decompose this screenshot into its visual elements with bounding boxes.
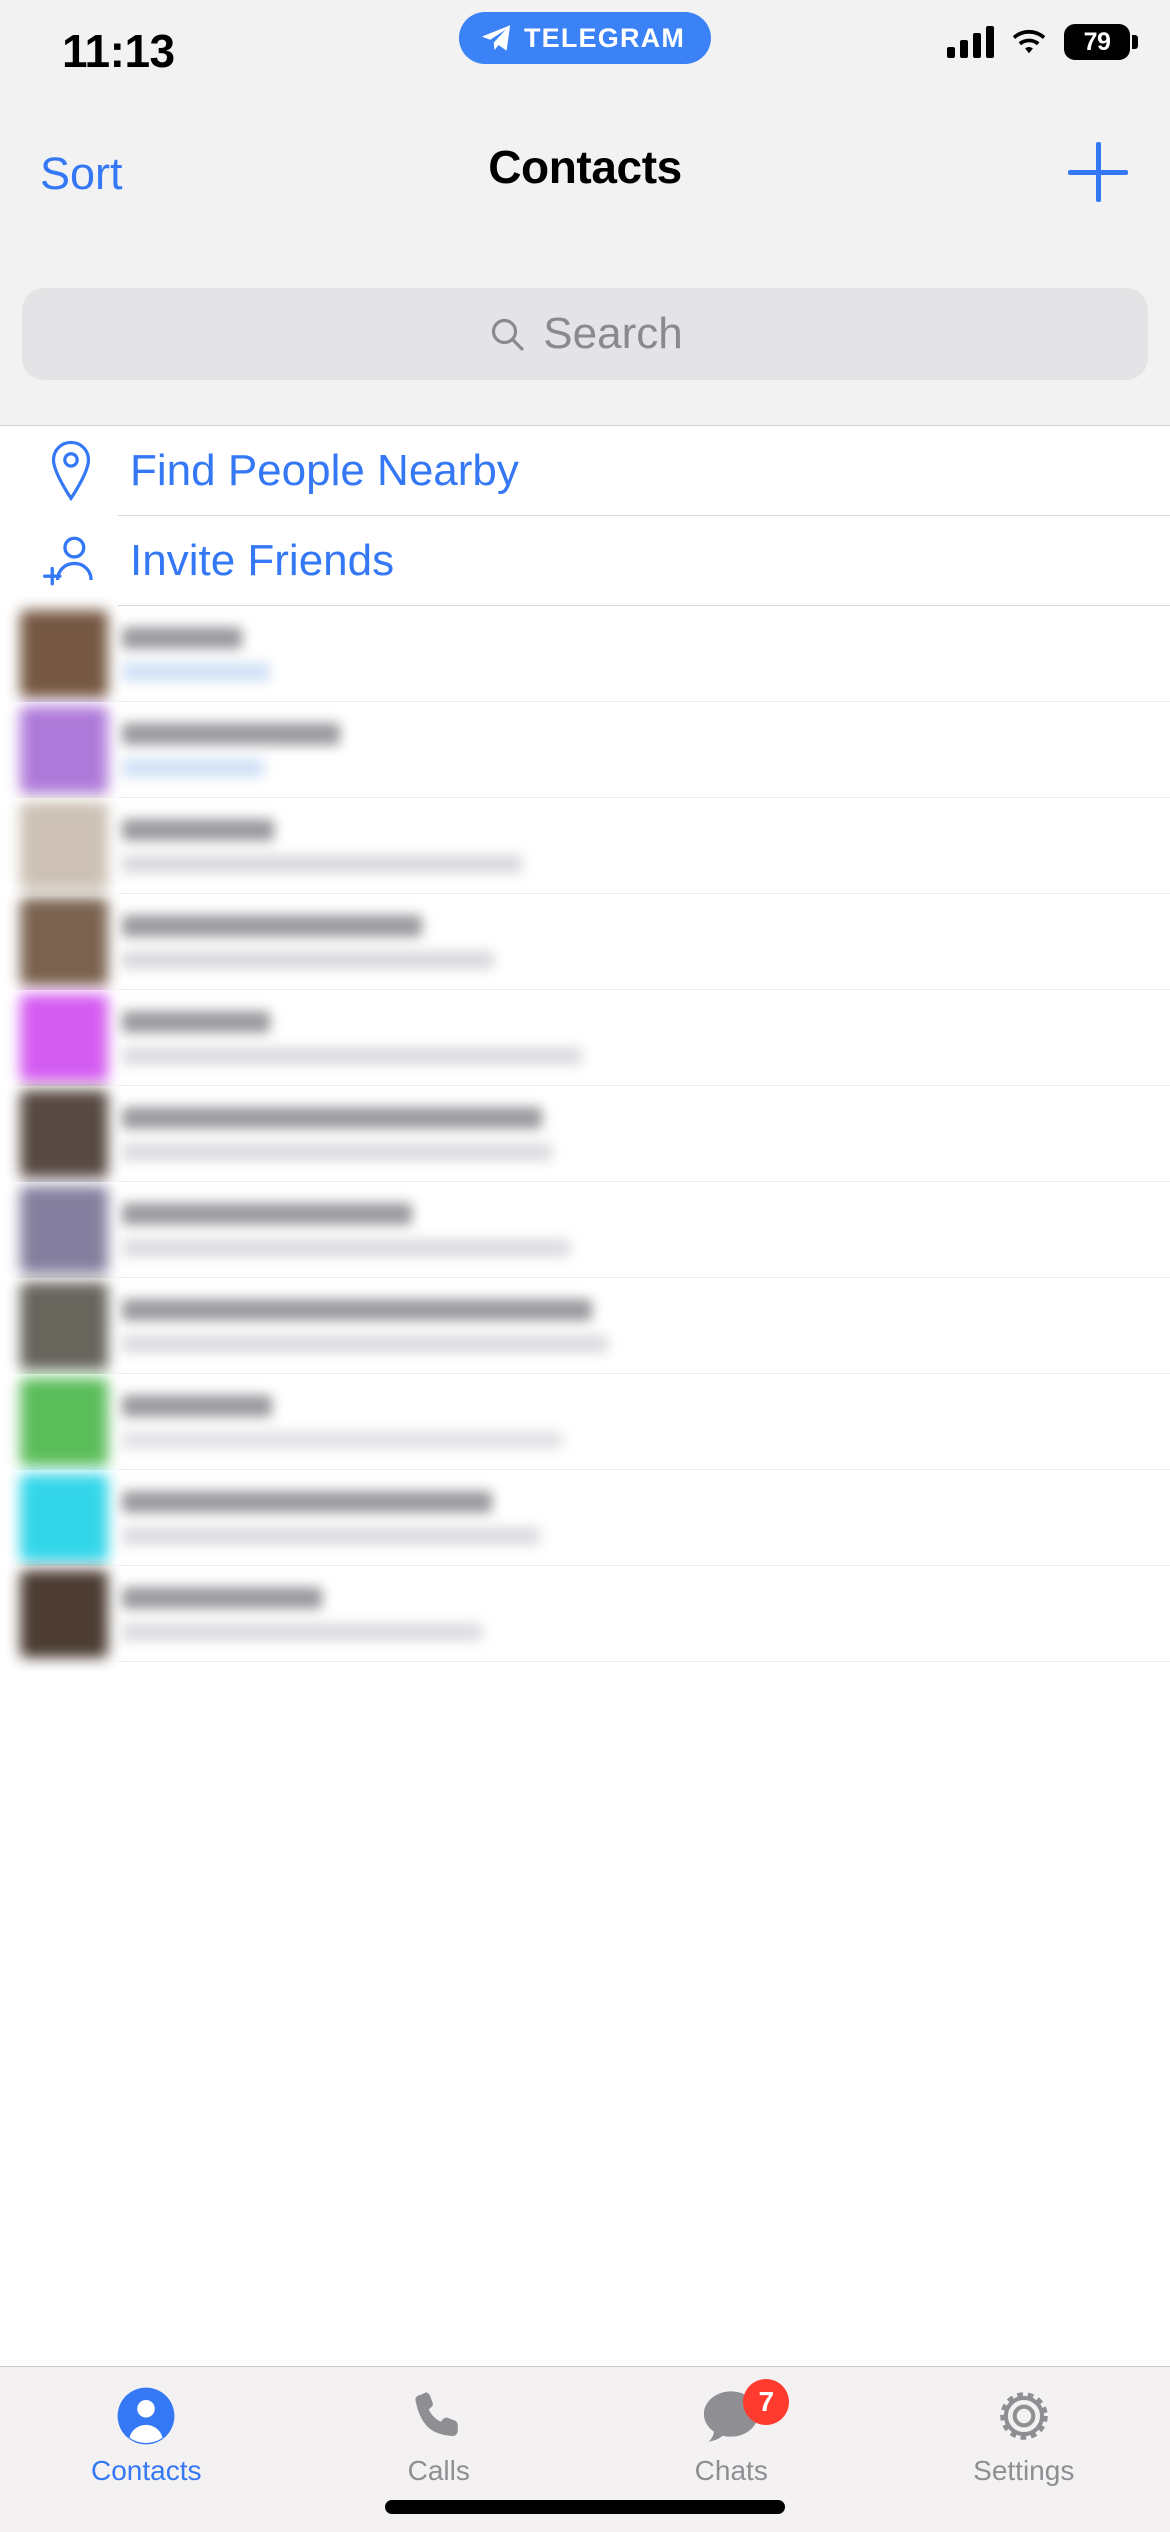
navigation-bar: Sort Contacts bbox=[0, 100, 1170, 268]
contact-text bbox=[122, 627, 1170, 681]
contact-text bbox=[122, 915, 1170, 969]
contact-name bbox=[122, 819, 274, 841]
avatar bbox=[20, 1282, 108, 1370]
avatar bbox=[20, 898, 108, 986]
phone-icon bbox=[409, 2385, 469, 2447]
avatar bbox=[20, 994, 108, 1082]
contact-name bbox=[122, 1299, 592, 1321]
contact-status bbox=[122, 1143, 552, 1161]
tab-contacts[interactable]: Contacts bbox=[0, 2367, 293, 2487]
contact-text bbox=[122, 1203, 1170, 1257]
tab-chats-label: Chats bbox=[694, 2455, 768, 2486]
contact-text bbox=[122, 1011, 1170, 1065]
tab-contacts-label: Contacts bbox=[91, 2455, 202, 2486]
telegram-contacts-screen: 11:13 TELEGRAM 79 Sort Contacts Search F… bbox=[0, 0, 1170, 2532]
search-bar-container: Search bbox=[0, 268, 1170, 426]
contact-name bbox=[122, 627, 242, 649]
contact-status bbox=[122, 663, 270, 681]
status-bar-time: 11:13 bbox=[62, 25, 175, 77]
chats-unread-badge: 7 bbox=[743, 2379, 790, 2425]
avatar bbox=[20, 610, 108, 698]
tab-settings-label: Settings bbox=[973, 2455, 1075, 2486]
search-icon bbox=[492, 318, 524, 351]
telegram-plane-icon bbox=[481, 25, 511, 51]
contact-row[interactable] bbox=[0, 1470, 1170, 1566]
contact-row[interactable] bbox=[0, 1182, 1170, 1278]
list-fade-overlay bbox=[0, 2340, 1170, 2366]
contact-text bbox=[122, 1107, 1170, 1161]
battery-icon: 79 bbox=[1064, 24, 1138, 60]
contact-text bbox=[122, 1395, 1170, 1449]
status-bar-indicators: 79 bbox=[947, 24, 1138, 60]
contact-text bbox=[122, 1587, 1170, 1641]
search-input[interactable]: Search bbox=[22, 288, 1148, 380]
contact-status bbox=[122, 1239, 570, 1257]
contact-name bbox=[122, 1587, 322, 1609]
contact-status bbox=[122, 1527, 540, 1545]
contact-status bbox=[122, 1431, 562, 1449]
contact-status bbox=[122, 1623, 482, 1641]
contact-name bbox=[122, 1203, 412, 1225]
avatar bbox=[20, 1570, 108, 1658]
contact-name bbox=[122, 723, 340, 745]
person-add-icon bbox=[38, 532, 104, 590]
wifi-icon bbox=[1012, 29, 1046, 54]
tab-bar: Contacts Calls 7 Chats Settings bbox=[0, 2366, 1170, 2532]
contact-status bbox=[122, 1047, 582, 1065]
contact-text bbox=[122, 1491, 1170, 1545]
status-bar: 11:13 TELEGRAM 79 bbox=[0, 0, 1170, 100]
row-separator bbox=[118, 1661, 1170, 1662]
invite-friends-row[interactable]: Invite Friends bbox=[0, 516, 1170, 606]
contact-status bbox=[122, 855, 522, 873]
contact-row[interactable] bbox=[0, 702, 1170, 798]
contact-text bbox=[122, 723, 1170, 777]
tab-calls[interactable]: Calls bbox=[293, 2367, 586, 2487]
chat-bubble-icon: 7 bbox=[699, 2379, 790, 2447]
gear-icon bbox=[993, 2385, 1055, 2447]
page-title: Contacts bbox=[488, 141, 682, 193]
find-people-nearby-label: Find People Nearby bbox=[130, 446, 519, 495]
telegram-app-pill-label: TELEGRAM bbox=[523, 22, 686, 53]
contact-row[interactable] bbox=[0, 990, 1170, 1086]
contact-name bbox=[122, 1491, 492, 1513]
person-filled-icon bbox=[115, 2385, 177, 2447]
search-placeholder: Search bbox=[543, 309, 683, 358]
tab-settings[interactable]: Settings bbox=[878, 2367, 1170, 2487]
battery-level-text: 79 bbox=[1083, 27, 1111, 56]
contact-row[interactable] bbox=[0, 1086, 1170, 1182]
avatar bbox=[20, 802, 108, 890]
contact-row[interactable] bbox=[0, 1278, 1170, 1374]
tab-calls-label: Calls bbox=[407, 2455, 470, 2486]
location-pin-icon bbox=[38, 439, 104, 503]
avatar bbox=[20, 1378, 108, 1466]
contact-status bbox=[122, 951, 494, 969]
contact-name bbox=[122, 1011, 270, 1033]
invite-friends-label: Invite Friends bbox=[130, 536, 395, 585]
avatar bbox=[20, 1186, 108, 1274]
avatar bbox=[20, 1474, 108, 1562]
add-contact-button[interactable] bbox=[1062, 136, 1134, 208]
avatar bbox=[20, 706, 108, 794]
contact-text bbox=[122, 819, 1170, 873]
contact-name bbox=[122, 1107, 542, 1129]
contact-name bbox=[122, 915, 422, 937]
contact-row[interactable] bbox=[0, 1374, 1170, 1470]
contact-status bbox=[122, 759, 264, 777]
contacts-content: Find People Nearby Invite Friends bbox=[0, 426, 1170, 2098]
contact-status bbox=[122, 1335, 608, 1353]
tab-chats[interactable]: 7 Chats bbox=[585, 2367, 878, 2487]
contact-row[interactable] bbox=[0, 894, 1170, 990]
contact-name bbox=[122, 1395, 272, 1417]
telegram-app-pill[interactable]: TELEGRAM bbox=[458, 12, 712, 64]
home-indicator bbox=[385, 2500, 785, 2514]
find-people-nearby-row[interactable]: Find People Nearby bbox=[0, 426, 1170, 516]
contact-text bbox=[122, 1299, 1170, 1353]
contact-row[interactable] bbox=[0, 1566, 1170, 1662]
contact-row[interactable] bbox=[0, 606, 1170, 702]
avatar bbox=[20, 1090, 108, 1178]
contact-row[interactable] bbox=[0, 798, 1170, 894]
cellular-signal-icon bbox=[947, 26, 994, 58]
contact-list[interactable] bbox=[0, 606, 1170, 1662]
